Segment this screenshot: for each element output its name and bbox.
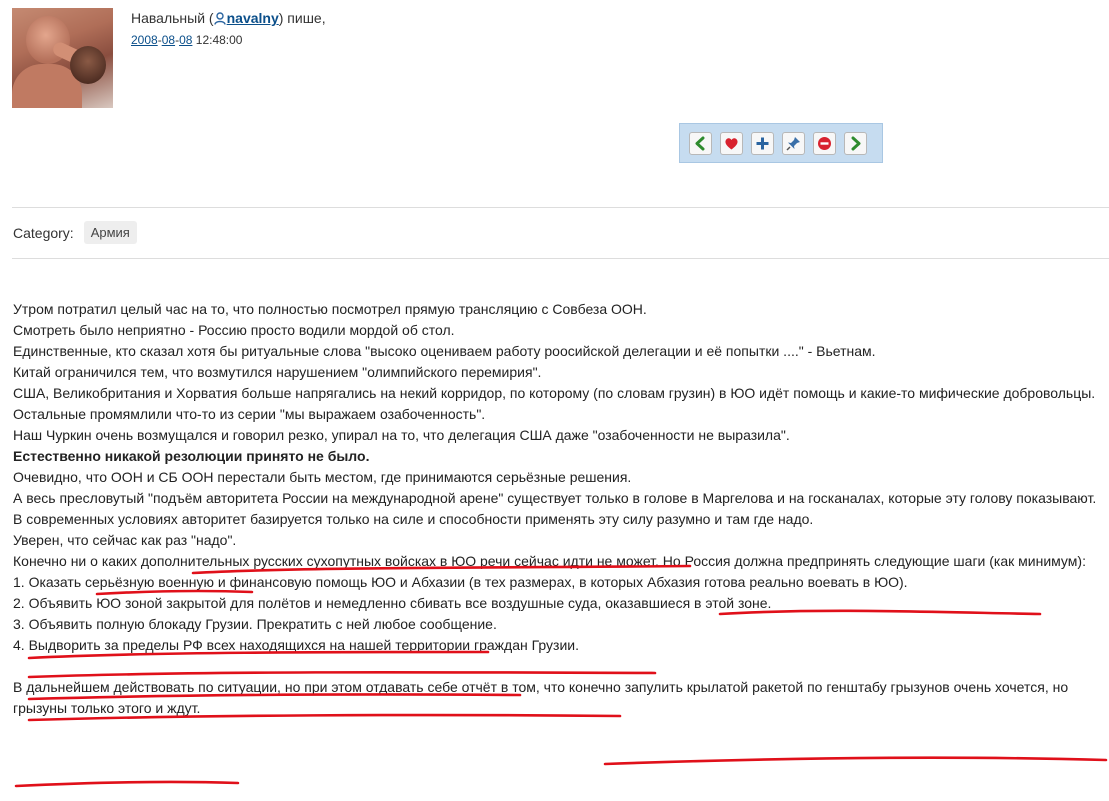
next-arrow-icon [851, 136, 861, 150]
paragraph: Единственные, кто сказал хотя бы ритуаль… [13, 343, 876, 359]
entry-body: Утром потратил целый час на то, что полн… [13, 299, 1105, 719]
plus-icon [756, 137, 769, 149]
category-tag[interactable]: Армия [83, 221, 137, 244]
user-icon[interactable] [213, 12, 226, 25]
list-item: 1. Оказать серьёзную военную и финансову… [13, 574, 908, 590]
tag-entry-button[interactable] [782, 131, 805, 155]
next-entry-button[interactable] [844, 131, 867, 155]
prev-entry-button[interactable] [689, 131, 712, 155]
underline-mark [603, 756, 1108, 766]
paragraph: США, Великобритания и Хорватия больше на… [13, 385, 1096, 401]
final-paragraph: В дальнейшем действовать по ситуации, но… [13, 679, 1069, 716]
list-item: 4. Выдворить за пределы РФ всех находящи… [13, 637, 579, 653]
delete-entry-button[interactable] [813, 131, 836, 155]
divider [12, 258, 1109, 259]
paragraph: Очевидно, что ООН и СБ ООН перестали быт… [13, 469, 632, 485]
category-label: Category: [13, 224, 74, 241]
paragraph: Китай ограничился тем, что возмутился на… [13, 364, 542, 380]
bold-statement: Естественно никакой резолюции принято не… [13, 448, 370, 464]
paragraph: Наш Чуркин очень возмущался и говорил ре… [13, 427, 790, 443]
username-link[interactable]: navalny [227, 10, 279, 26]
heart-icon [725, 137, 738, 149]
post-author-line: Навальный ( navalny) пише, [131, 10, 326, 26]
stop-icon [818, 136, 831, 150]
post-date: 2008-08-08 12:48:00 [131, 33, 243, 47]
avatar-figure [70, 46, 106, 84]
category-row: Category: Армия [13, 221, 137, 244]
date-year-link[interactable]: 2008 [131, 33, 158, 47]
list-item: 3. Объявить полную блокаду Грузии. Прекр… [13, 616, 497, 632]
paragraph: Уверен, что сейчас как раз "надо". [13, 532, 237, 548]
avatar[interactable] [12, 8, 113, 108]
pin-icon [786, 136, 800, 151]
paragraph: А весь пресловутый "подъём авторитета Ро… [13, 490, 1097, 506]
entry-toolbar [679, 123, 883, 163]
add-friend-button[interactable] [751, 131, 774, 155]
divider [12, 207, 1109, 208]
paragraph: Конечно ни о каких дополнительных русски… [13, 553, 1086, 569]
paragraph: Смотреть было неприятно - Россию просто … [13, 322, 455, 338]
paragraph: В современных условиях авторитет базируе… [13, 511, 814, 527]
post-time: 12:48:00 [195, 33, 243, 47]
underline-mark [14, 780, 240, 788]
date-day-link[interactable]: 08 [179, 33, 192, 47]
author-paren: ( [205, 10, 214, 26]
author-name: Навальный [131, 10, 206, 26]
list-item: 2. Объявить ЮО зоной закрытой для полёто… [13, 595, 772, 611]
paragraph: Утром потратил целый час на то, что полн… [13, 301, 647, 317]
add-memory-button[interactable] [720, 131, 743, 155]
prev-arrow-icon [695, 136, 705, 150]
date-month-link[interactable]: 08 [162, 33, 175, 47]
paragraph: Остальные промямлили что-то из серии "мы… [13, 406, 486, 422]
author-suffix: ) пише, [278, 10, 326, 26]
